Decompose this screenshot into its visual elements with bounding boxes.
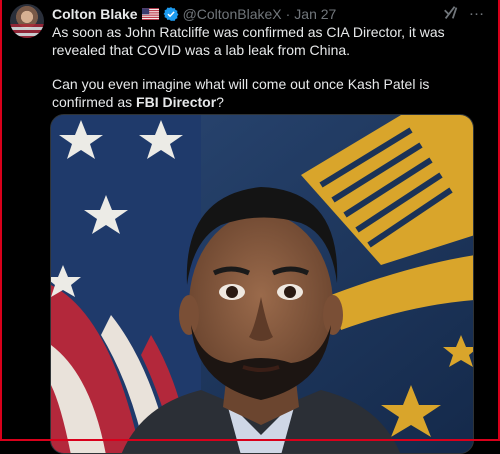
paragraph2-end: ? [216,93,224,110]
tweet-text: As soon as John Ratcliffe was confirmed … [52,24,482,111]
author-handle[interactable]: @ColtonBlakeX [183,6,282,22]
avatar-flag-detail [10,24,44,38]
photo-illustration [51,115,473,453]
paragraph2-text: Can you even imagine what will come out … [52,76,430,110]
grok-icon[interactable] [442,4,460,22]
separator-dot: · [285,6,291,22]
tweet-photo[interactable] [50,114,474,454]
verified-badge-icon [163,7,178,21]
tweet-paragraph-1: As soon as John Ratcliffe was confirmed … [52,24,445,58]
author-avatar[interactable] [10,4,44,38]
tweet-header: Colton Blake @ColtonBlakeX · Jan 27 [52,4,486,24]
tweet-paragraph-2: Can you even imagine what will come out … [52,76,482,111]
us-flag-icon [141,8,159,20]
paragraph2-bold: FBI Director [136,93,217,110]
more-icon[interactable]: … [468,3,486,22]
post-date[interactable]: Jan 27 [294,6,336,22]
author-name[interactable]: Colton Blake [52,6,138,22]
